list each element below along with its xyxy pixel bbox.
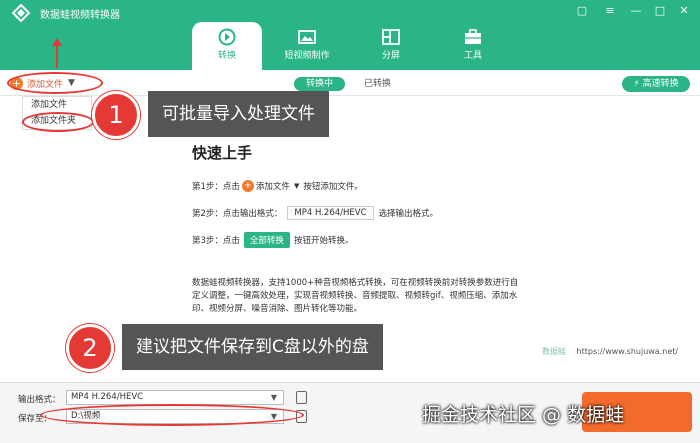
highlight-ring bbox=[22, 112, 94, 132]
guide-step-2: 第2步：点击输出格式： MP4 H.264/HEVC 选择输出格式。 bbox=[192, 206, 438, 220]
tab-label: 转换 bbox=[217, 51, 236, 61]
toolbox-icon bbox=[465, 29, 481, 44]
settings-icon[interactable] bbox=[296, 391, 307, 404]
feedback-icon[interactable]: ▢ bbox=[574, 4, 590, 18]
step-2-suffix: 选择输出格式。 bbox=[378, 209, 439, 219]
app-logo-icon bbox=[12, 4, 30, 22]
output-format-value: MP4 H.264/HEVC bbox=[71, 392, 144, 402]
guide-step-1: 第1步：点击 + 添加文件 ▼ 按钮添加文件。 bbox=[192, 180, 363, 192]
callout-1: 可批量导入处理文件 bbox=[148, 91, 329, 137]
tab-label: 短视频制作 bbox=[284, 51, 330, 61]
step-3-prefix: 第3步：点击 bbox=[192, 236, 240, 246]
step-3-suffix: 按钮开始转换。 bbox=[293, 236, 354, 246]
highlight-ring bbox=[40, 404, 304, 426]
guide-title: 快速上手 bbox=[192, 144, 253, 162]
toolbar bbox=[0, 70, 700, 96]
callout-number-1: 1 bbox=[92, 91, 140, 139]
step-1-prefix: 第1步：点击 bbox=[192, 182, 240, 192]
tab-converting[interactable]: 转换中 bbox=[294, 77, 346, 91]
up-arrow-icon bbox=[52, 38, 62, 68]
step-1-button-text: 添加文件 bbox=[255, 182, 290, 192]
format-tag: MP4 H.264/HEVC bbox=[287, 206, 374, 220]
watermark: 掘金技术社区 @ 数据蛙 bbox=[422, 404, 625, 426]
site-link[interactable]: 数据蛙 https://www.shujuwa.net/ bbox=[542, 346, 678, 357]
callout-number-2: 2 bbox=[66, 324, 114, 372]
mv-icon bbox=[298, 30, 316, 44]
convert-all-tag: 全部转换 bbox=[243, 232, 290, 248]
split-screen-icon bbox=[382, 29, 400, 45]
fast-convert-label: 高速转换 bbox=[642, 79, 679, 89]
tab-split-screen[interactable]: 分屏 bbox=[356, 22, 426, 66]
fast-convert-button[interactable]: ⚡ 高速转换 bbox=[622, 76, 690, 92]
tab-converted[interactable]: 已转换 bbox=[352, 77, 403, 91]
guide-step-3: 第3步：点击 全部转换 按钮开始转换。 bbox=[192, 232, 353, 248]
chevron-down-icon: ▼ bbox=[293, 182, 300, 190]
menu-icon[interactable]: ≡ bbox=[602, 4, 618, 18]
highlight-ring bbox=[7, 72, 103, 94]
close-icon[interactable]: ✕ bbox=[676, 4, 692, 18]
lightning-icon: ⚡ bbox=[633, 79, 640, 89]
tab-convert[interactable]: 转换 bbox=[192, 22, 262, 70]
minimize-icon[interactable]: — bbox=[628, 4, 644, 18]
tab-toolbox[interactable]: 工具 bbox=[438, 22, 508, 66]
step-2-prefix: 第2步：点击输出格式： bbox=[192, 209, 283, 219]
maximize-icon[interactable]: □ bbox=[652, 4, 668, 18]
site-brand: 数据蛙 bbox=[542, 347, 566, 356]
output-format-label: 输出格式： bbox=[18, 395, 61, 405]
output-format-select[interactable]: MP4 H.264/HEVC ▼ bbox=[66, 390, 284, 405]
tab-label: 工具 bbox=[463, 51, 482, 61]
step-1-suffix: 按钮添加文件。 bbox=[303, 182, 363, 192]
plus-icon: + bbox=[241, 180, 254, 192]
tab-label: 分屏 bbox=[381, 51, 400, 61]
tab-mv[interactable]: 短视频制作 bbox=[272, 22, 342, 66]
callout-2: 建议把文件保存到C盘以外的盘 bbox=[122, 324, 383, 370]
app-title: 数据蛙视频转换器 bbox=[40, 10, 120, 21]
guide-description: 数据蛙视频转换器，支持1000+种音视频格式转换，可在视频转换前对转换参数进行自… bbox=[192, 278, 519, 314]
dropdown-item-add-file[interactable]: 添加文件 bbox=[23, 97, 91, 113]
chevron-down-icon: ▼ bbox=[270, 393, 277, 402]
convert-icon bbox=[218, 28, 236, 46]
site-url: https://www.shujuwa.net/ bbox=[576, 347, 679, 356]
